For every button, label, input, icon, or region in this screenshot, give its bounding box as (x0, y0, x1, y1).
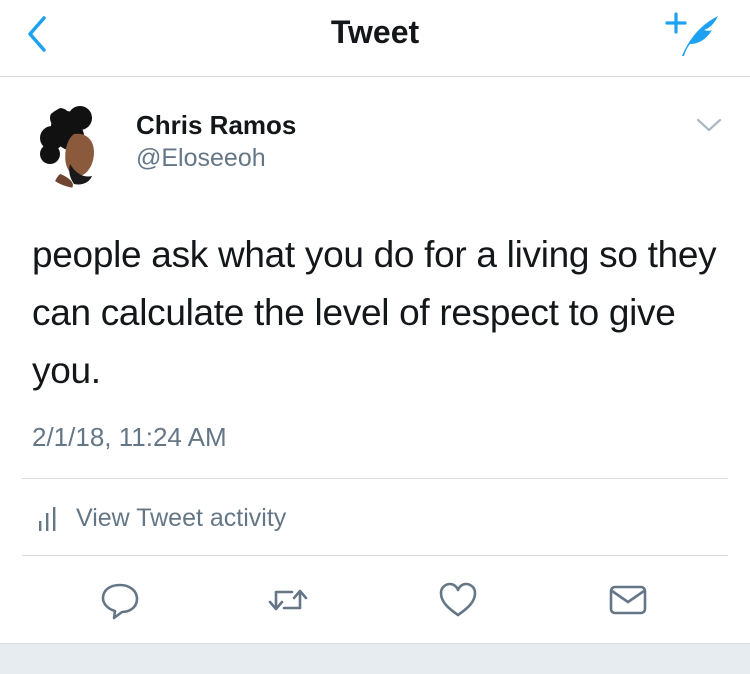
top-navigation-bar: Tweet (0, 0, 750, 77)
divider (22, 555, 728, 556)
retweet-icon (268, 589, 308, 611)
tweet-options-button[interactable] (694, 114, 724, 138)
like-button[interactable] (436, 578, 480, 622)
view-tweet-activity-label: View Tweet activity (76, 503, 287, 532)
bottom-background-strip (0, 643, 750, 674)
compose-tweet-button[interactable] (664, 8, 724, 62)
retweet-button[interactable] (266, 578, 310, 622)
bar-chart-icon (39, 507, 56, 531)
heart-icon (439, 582, 477, 617)
reply-icon (101, 583, 139, 620)
profile-photo (36, 104, 120, 188)
tweet-text-line: can calculate the level of respect to gi… (32, 292, 676, 333)
tweet-text: people ask what you do for a living so t… (32, 226, 732, 400)
author-handle[interactable]: @Eloseeoh (136, 144, 266, 173)
envelope-icon (609, 585, 647, 615)
tweet-timestamp: 2/1/18, 11:24 AM (32, 422, 227, 452)
avatar[interactable] (36, 104, 120, 188)
reply-button[interactable] (98, 578, 142, 622)
tweet-text-line: people ask what you do for a living so t… (32, 234, 717, 275)
chevron-down-icon (696, 118, 722, 132)
direct-message-button[interactable] (606, 578, 650, 622)
author-name[interactable]: Chris Ramos (136, 110, 296, 141)
tweet-text-line: you. (32, 350, 101, 391)
view-tweet-activity-link[interactable]: View Tweet activity (36, 498, 286, 538)
page-title: Tweet (330, 14, 420, 50)
compose-tweet-icon (665, 12, 718, 56)
divider (22, 478, 728, 479)
